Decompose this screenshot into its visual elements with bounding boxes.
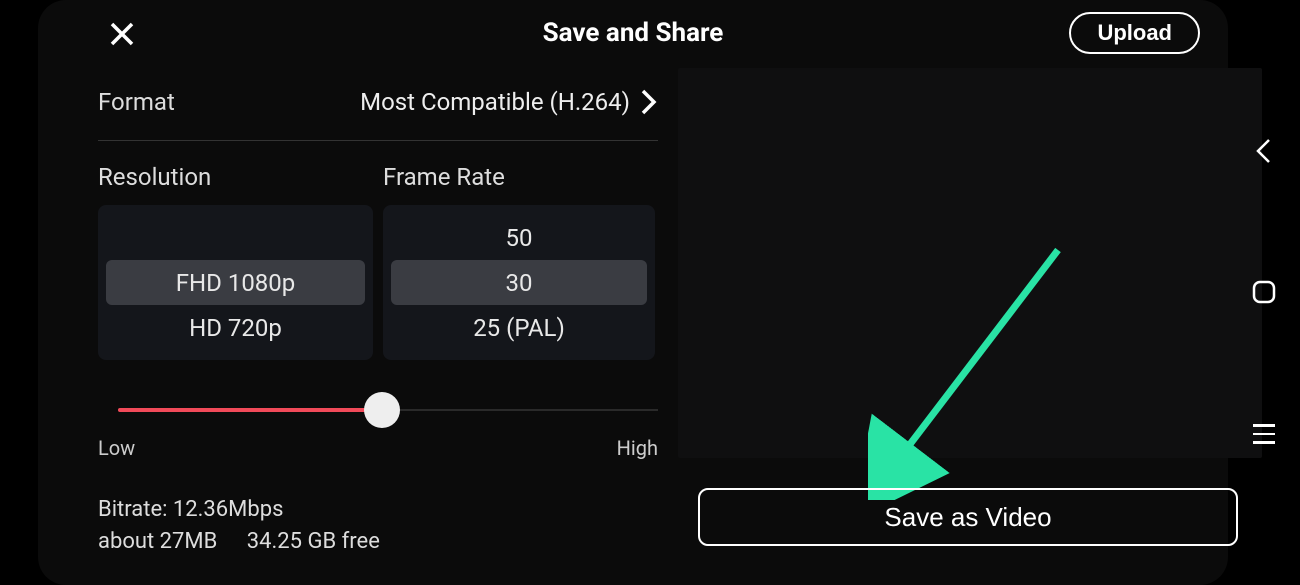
frame-rate-option-30[interactable]: 30 (391, 260, 647, 305)
bitrate-size: about 27MB (98, 529, 217, 554)
format-value-wrap[interactable]: Most Compatible (H.264) (360, 88, 658, 116)
upload-button[interactable]: Upload (1069, 12, 1200, 54)
frame-rate-label: Frame Rate (383, 163, 655, 191)
nav-back-button[interactable] (1249, 136, 1279, 166)
resolution-option-fhd[interactable]: FHD 1080p (106, 260, 365, 305)
resolution-label: Resolution (98, 163, 373, 191)
slider-thumb[interactable] (364, 392, 400, 428)
chevron-left-icon (1255, 137, 1273, 165)
format-value: Most Compatible (H.264) (360, 88, 630, 116)
frame-rate-options: 50 30 25 (PAL) (383, 205, 655, 360)
save-as-video-button[interactable]: Save as Video (698, 488, 1238, 546)
system-nav-bar (1228, 0, 1300, 585)
resolution-option-hd[interactable]: HD 720p (106, 305, 365, 350)
slider-low-label: Low (98, 436, 135, 460)
frame-rate-option-25[interactable]: 25 (PAL) (391, 305, 647, 350)
resolution-option-blank (106, 215, 365, 260)
bitrate-free: 34.25 GB free (247, 529, 380, 554)
menu-lines-icon (1253, 424, 1275, 444)
nav-recents-button[interactable] (1249, 419, 1279, 449)
quality-slider[interactable] (98, 390, 658, 430)
bitrate-line1: Bitrate: 12.36Mbps (98, 494, 658, 526)
slider-high-label: High (617, 436, 658, 460)
format-row[interactable]: Format Most Compatible (H.264) (98, 80, 658, 141)
bitrate-info: Bitrate: 12.36Mbps about 27MB 34.25 GB f… (98, 494, 658, 558)
slider-track-fill (118, 408, 378, 412)
nav-home-button[interactable] (1249, 277, 1279, 307)
save-share-panel: Save and Share Upload Format Most Compat… (38, 0, 1228, 585)
frame-rate-option-50[interactable]: 50 (391, 215, 647, 260)
page-title: Save and Share (38, 18, 1228, 48)
square-icon (1251, 279, 1277, 305)
settings-column: Format Most Compatible (H.264) Resolutio… (98, 80, 658, 558)
video-preview (678, 68, 1262, 458)
format-label: Format (98, 88, 175, 116)
resolution-options: FHD 1080p HD 720p (98, 205, 373, 360)
chevron-right-icon (640, 88, 658, 116)
